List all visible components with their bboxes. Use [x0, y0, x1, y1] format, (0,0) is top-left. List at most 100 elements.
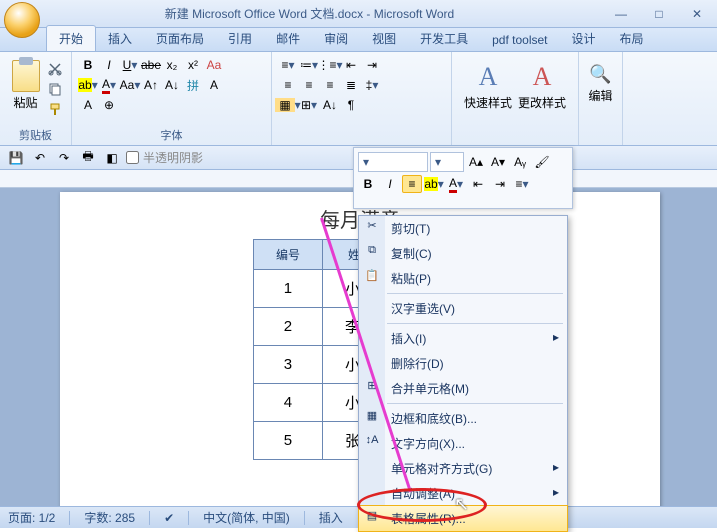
font-color-button[interactable]: A▾ [99, 76, 119, 94]
status-words[interactable]: 字数: 285 [84, 509, 135, 526]
ctx-autofit[interactable]: 自动调整(A)▸ [359, 481, 567, 506]
char-border-button[interactable]: A [204, 76, 224, 94]
translucent-shadow-checkbox[interactable] [126, 151, 139, 164]
tab-pdftoolset[interactable]: pdf toolset [480, 29, 559, 51]
enclose-char-button[interactable]: ⊕ [99, 96, 119, 114]
italic-button[interactable]: I [99, 56, 119, 74]
asian-layout-button[interactable]: A [78, 96, 98, 114]
ctx-cell-align[interactable]: 单元格对齐方式(G)▸ [359, 456, 567, 481]
mini-align-center[interactable]: ≡ [402, 175, 422, 193]
shrink-font-button[interactable]: A↓ [162, 76, 182, 94]
mini-indent-dec[interactable]: ⇤ [468, 175, 488, 193]
tab-references[interactable]: 引用 [216, 26, 264, 51]
tab-pagelayout[interactable]: 页面布局 [144, 26, 216, 51]
quick-styles-label: 快速样式 [464, 94, 512, 111]
quick-styles-button[interactable]: A快速样式 [464, 62, 512, 111]
mini-font-size[interactable]: ▾ [430, 152, 464, 172]
mini-bold[interactable]: B [358, 175, 378, 193]
change-styles-button[interactable]: A更改样式 [518, 62, 566, 111]
ctx-insert[interactable]: 插入(I)▸ [359, 326, 567, 351]
borders-button[interactable]: ⊞▾ [299, 96, 319, 114]
format-painter-icon[interactable] [45, 100, 65, 118]
phonetic-button[interactable]: 拼 [183, 76, 203, 94]
th-id[interactable]: 编号 [253, 240, 322, 270]
grow-font-button[interactable]: A↑ [141, 76, 161, 94]
minimize-button[interactable]: — [613, 6, 629, 22]
office-button[interactable] [4, 2, 40, 38]
qat-shadow-icon[interactable]: ◧ [102, 149, 122, 167]
indent-inc-button[interactable]: ⇥ [362, 56, 382, 74]
line-spacing-button[interactable]: ‡▾ [362, 76, 382, 94]
ctx-text-direction[interactable]: ↕A文字方向(X)... [359, 431, 567, 456]
clear-format-button[interactable]: Aa [204, 56, 224, 74]
align-center-button[interactable]: ≡ [299, 76, 319, 94]
ctx-borders[interactable]: ▦边框和底纹(B)... [359, 406, 567, 431]
ribbon-tabs: 开始 插入 页面布局 引用 邮件 审阅 视图 开发工具 pdf toolset … [0, 28, 717, 52]
ctx-table-properties[interactable]: ▤表格属性(R)... [359, 506, 567, 531]
mini-font-family[interactable]: ▾ [358, 152, 428, 172]
change-styles-label: 更改样式 [518, 94, 566, 111]
shading-button[interactable]: ▦▾ [278, 96, 298, 114]
bullets-button[interactable]: ≡▾ [278, 56, 298, 74]
align-justify-button[interactable]: ≣ [341, 76, 361, 94]
underline-button[interactable]: U▾ [120, 56, 140, 74]
align-left-button[interactable]: ≡ [278, 76, 298, 94]
status-spellcheck-icon[interactable]: ✔ [164, 511, 174, 525]
mini-shrink-font[interactable]: A▾ [488, 153, 508, 171]
edit-label: 编辑 [589, 87, 613, 104]
strike-button[interactable]: abe [141, 56, 161, 74]
mini-bullets[interactable]: ≡▾ [512, 175, 532, 193]
mini-grow-font[interactable]: A▴ [466, 153, 486, 171]
tab-design[interactable]: 设计 [560, 26, 608, 51]
ctx-copy[interactable]: ⧉复制(C) [359, 241, 567, 266]
numbering-button[interactable]: ≔▾ [299, 56, 319, 74]
qat-print-icon[interactable]: 🖶 [78, 149, 98, 167]
superscript-button[interactable]: x² [183, 56, 203, 74]
mini-font-color[interactable]: A▾ [446, 175, 466, 193]
indent-dec-button[interactable]: ⇤ [341, 56, 361, 74]
status-insert[interactable]: 插入 [319, 509, 343, 526]
ctx-delete-row[interactable]: 删除行(D) [359, 351, 567, 376]
qat-redo-icon[interactable]: ↷ [54, 149, 74, 167]
cut-icon[interactable] [45, 60, 65, 78]
ctx-cut[interactable]: ✂剪切(T) [359, 216, 567, 241]
sort-button[interactable]: A↓ [320, 96, 340, 114]
merge-icon: ⊞ [364, 379, 380, 395]
mini-painter-icon[interactable]: 🖌 [532, 153, 552, 171]
status-language[interactable]: 中文(简体, 中国) [203, 509, 290, 526]
maximize-button[interactable]: □ [651, 6, 667, 22]
tab-review[interactable]: 审阅 [312, 26, 360, 51]
change-case-button[interactable]: Aa▾ [120, 76, 140, 94]
status-page[interactable]: 页面: 1/2 [8, 509, 55, 526]
show-marks-button[interactable]: ¶ [341, 96, 361, 114]
paste-button[interactable]: 粘贴 [6, 56, 45, 118]
mini-indent-inc[interactable]: ⇥ [490, 175, 510, 193]
close-button[interactable]: ✕ [689, 6, 705, 22]
tab-insert[interactable]: 插入 [96, 26, 144, 51]
align-right-button[interactable]: ≡ [320, 76, 340, 94]
table-props-icon: ▤ [364, 509, 380, 525]
scissors-icon: ✂ [364, 219, 380, 235]
ctx-merge-cells[interactable]: ⊞合并单元格(M) [359, 376, 567, 401]
mini-highlight[interactable]: ab▾ [424, 175, 444, 193]
edit-dropdown[interactable]: 🔍编辑 [585, 56, 616, 104]
window-title: 新建 Microsoft Office Word 文档.docx - Micro… [6, 5, 613, 22]
subscript-button[interactable]: x₂ [162, 56, 182, 74]
tab-mail[interactable]: 邮件 [264, 26, 312, 51]
ctx-reconvert[interactable]: 汉字重选(V) [359, 296, 567, 321]
tab-devtools[interactable]: 开发工具 [408, 26, 480, 51]
qat-save-icon[interactable]: 💾 [6, 149, 26, 167]
ctx-paste[interactable]: 📋粘贴(P) [359, 266, 567, 291]
bold-button[interactable]: B [78, 56, 98, 74]
copy-icon: ⧉ [364, 244, 380, 260]
copy-icon[interactable] [45, 80, 65, 98]
tab-view[interactable]: 视图 [360, 26, 408, 51]
highlight-button[interactable]: ab▾ [78, 76, 98, 94]
mini-style[interactable]: Aᵧ [510, 153, 530, 171]
tab-home[interactable]: 开始 [46, 25, 96, 51]
mini-italic[interactable]: I [380, 175, 400, 193]
context-menu: ✂剪切(T) ⧉复制(C) 📋粘贴(P) 汉字重选(V) 插入(I)▸ 删除行(… [358, 215, 568, 532]
multilevel-button[interactable]: ⋮≡▾ [320, 56, 340, 74]
tab-layout[interactable]: 布局 [608, 26, 656, 51]
qat-undo-icon[interactable]: ↶ [30, 149, 50, 167]
